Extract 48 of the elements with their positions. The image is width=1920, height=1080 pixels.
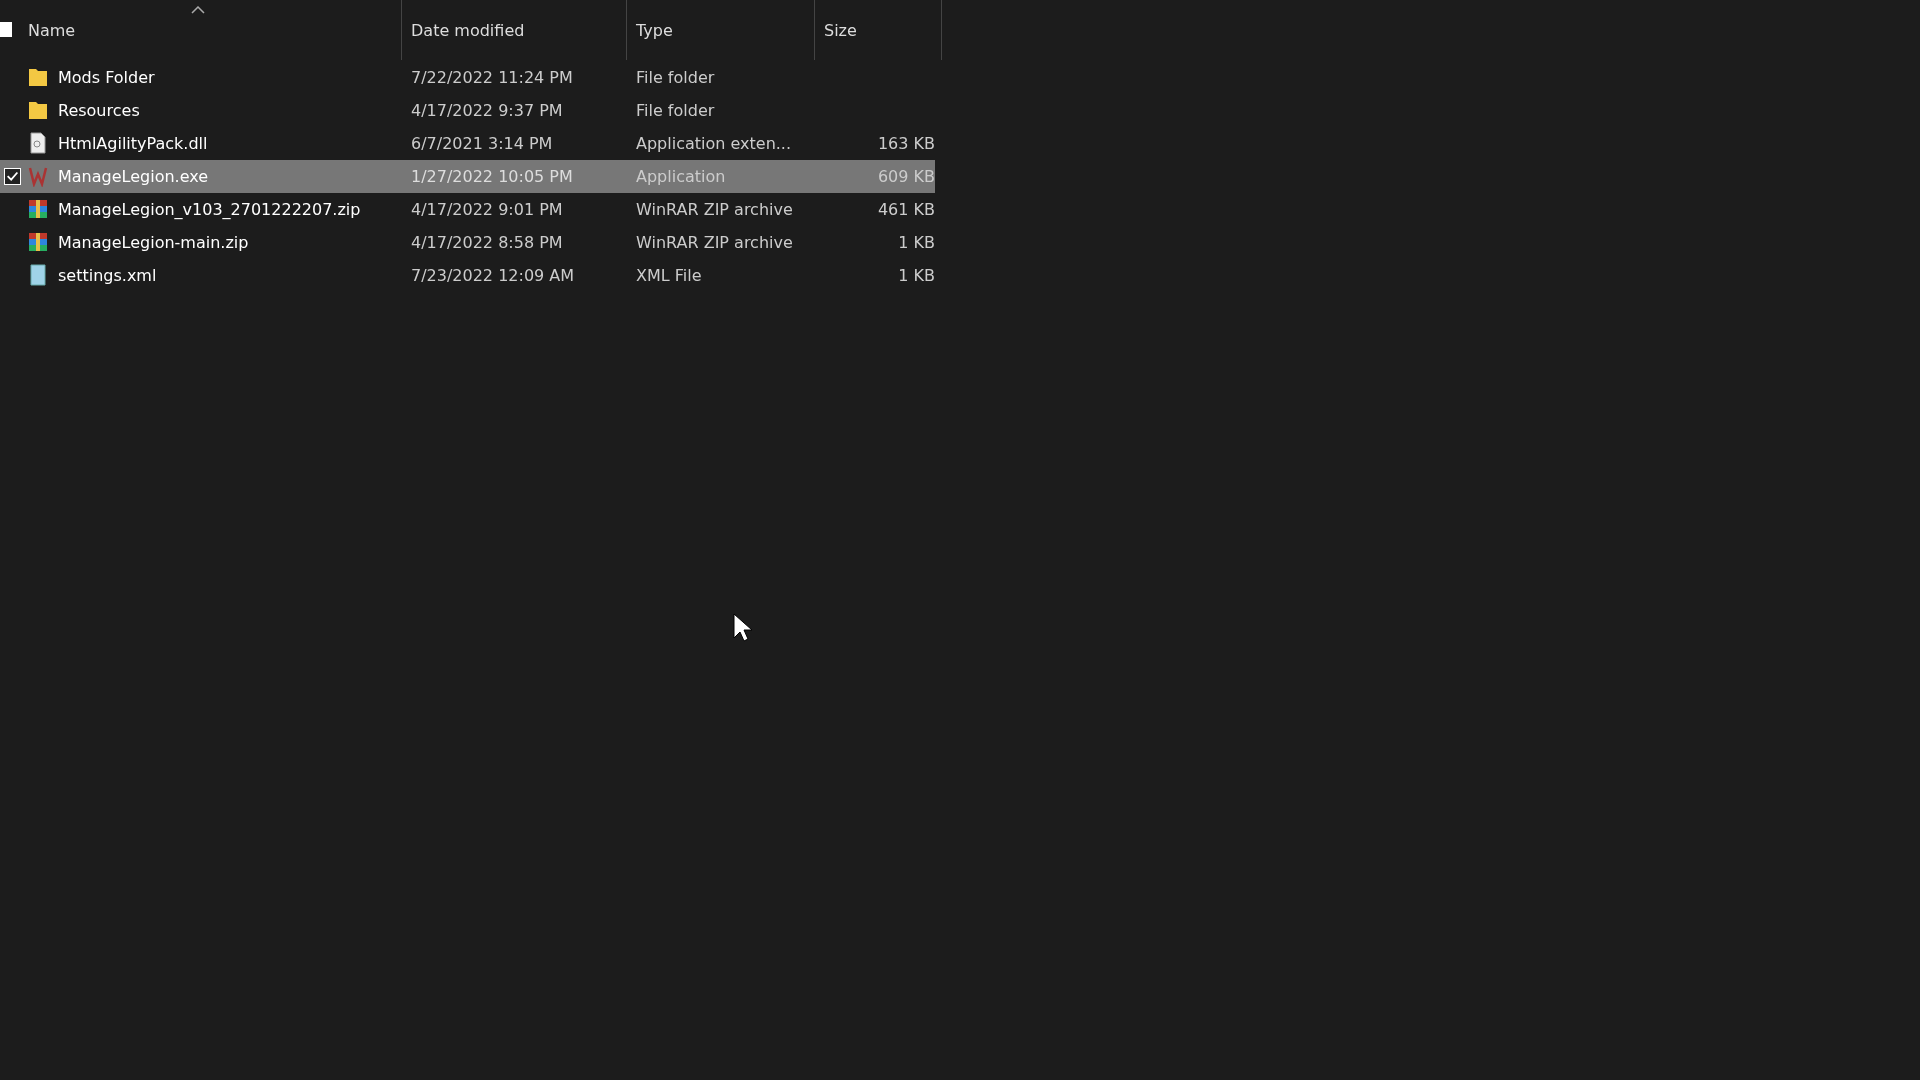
file-type: XML File xyxy=(635,266,703,285)
file-row[interactable]: Mods Folder 7/22/2022 11:24 PM File folder xyxy=(0,61,935,94)
date-modified: 7/22/2022 11:24 PM xyxy=(410,68,574,87)
archive-icon xyxy=(27,198,49,220)
document-icon xyxy=(27,264,49,286)
date-modified: 7/23/2022 12:09 AM xyxy=(410,266,576,285)
file-size: 609 KB xyxy=(876,167,935,186)
date-modified: 4/17/2022 9:01 PM xyxy=(410,200,564,219)
file-name: Mods Folder xyxy=(58,68,156,87)
file-type: Application exten... xyxy=(635,134,793,153)
file-row[interactable]: ManageLegion-main.zip 4/17/2022 8:58 PM WinRAR ZIP archive 1 KB xyxy=(0,226,935,259)
file-size: 1 KB xyxy=(897,266,935,285)
date-modified: 4/17/2022 9:37 PM xyxy=(410,101,564,120)
column-header[interactable]: Size xyxy=(815,0,942,60)
file-name: HtmlAgilityPack.dll xyxy=(58,134,209,153)
column-header[interactable]: Type xyxy=(627,0,815,60)
column-header[interactable]: Date modified xyxy=(402,0,627,60)
file-name: settings.xml xyxy=(58,266,158,285)
checkbox[interactable] xyxy=(4,168,21,185)
mouse-pointer-icon xyxy=(733,613,753,643)
file-type: File folder xyxy=(635,101,716,120)
file-type: WinRAR ZIP archive xyxy=(635,233,794,252)
file-row[interactable]: Resources 4/17/2022 9:37 PM File folder xyxy=(0,94,935,127)
file-row[interactable]: ManageLegion_v103_2701222207.zip 4/17/2022 9:01 PM WinRAR ZIP archive 461 KB xyxy=(0,193,935,226)
checkbox[interactable] xyxy=(0,22,12,37)
sort-caret-icon xyxy=(190,6,205,14)
file-name: ManageLegion-main.zip xyxy=(58,233,250,252)
folder-icon xyxy=(27,99,49,121)
date-modified: 6/7/2021 3:14 PM xyxy=(410,134,554,153)
file-type: WinRAR ZIP archive xyxy=(635,200,794,219)
archive-icon xyxy=(27,231,49,253)
file-row[interactable]: HtmlAgilityPack.dll 6/7/2021 3:14 PM Application exten... 163 KB xyxy=(0,127,935,160)
file-type: Application xyxy=(635,167,727,186)
column-header[interactable]: Name xyxy=(0,0,402,60)
file-size: 461 KB xyxy=(876,200,935,219)
date-modified: 4/17/2022 8:58 PM xyxy=(410,233,564,252)
file-name: Resources xyxy=(58,101,141,120)
folder-icon xyxy=(27,66,49,88)
file-icon xyxy=(27,132,49,154)
file-row[interactable]: ManageLegion.exe 1/27/2022 10:05 PM Application 609 KB xyxy=(0,160,935,193)
file-type: File folder xyxy=(635,68,716,87)
app-icon xyxy=(27,165,49,187)
file-size: 163 KB xyxy=(876,134,935,153)
file-size: 1 KB xyxy=(897,233,935,252)
file-name: ManageLegion.exe xyxy=(58,167,210,186)
date-modified: 1/27/2022 10:05 PM xyxy=(410,167,574,186)
file-row[interactable]: settings.xml 7/23/2022 12:09 AM XML File 1 KB xyxy=(0,259,935,292)
file-name: ManageLegion_v103_2701222207.zip xyxy=(58,200,362,219)
